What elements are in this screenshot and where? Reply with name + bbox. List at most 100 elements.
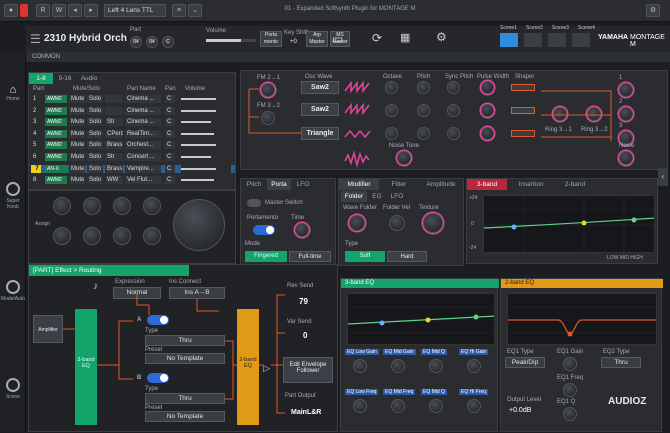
scene-3[interactable]: Scene3 bbox=[552, 25, 569, 31]
tab-porta[interactable]: Porta bbox=[267, 179, 291, 190]
tab-3band[interactable]: 3-band bbox=[467, 179, 507, 190]
part-name[interactable]: Vampire... bbox=[125, 164, 161, 173]
assign-knob[interactable] bbox=[143, 227, 161, 245]
assign-knob[interactable] bbox=[143, 197, 161, 215]
eq2-graph[interactable] bbox=[507, 293, 657, 345]
scene-3-pad[interactable] bbox=[548, 33, 566, 47]
eq3-param-knob[interactable] bbox=[391, 359, 405, 373]
close-button[interactable]: ● bbox=[4, 4, 18, 17]
menu-icon[interactable]: ☰ bbox=[30, 32, 41, 46]
portamento-button[interactable]: Porta mento bbox=[260, 31, 282, 47]
tab-lfo[interactable]: LFO bbox=[291, 179, 315, 190]
type-soft[interactable]: Soft bbox=[345, 251, 385, 262]
part-pan[interactable]: C bbox=[165, 106, 175, 115]
nav-super-knob[interactable]: Super Knob bbox=[0, 182, 26, 210]
assign-knob[interactable] bbox=[113, 227, 131, 245]
volume-slider[interactable] bbox=[206, 39, 256, 42]
assign-knob[interactable] bbox=[83, 227, 101, 245]
plugin-menu-button[interactable]: ⌄ bbox=[188, 4, 202, 17]
mute-button[interactable]: Mute bbox=[69, 118, 85, 127]
settings-icon[interactable]: ⚙ bbox=[646, 4, 660, 17]
part-type[interactable]: AWM2 bbox=[45, 106, 67, 115]
eq3-param-knob[interactable] bbox=[353, 399, 367, 413]
mute-button[interactable]: Mute bbox=[69, 95, 85, 103]
tab-modifier[interactable]: Modifier bbox=[339, 179, 379, 190]
scene-2-pad[interactable] bbox=[524, 33, 542, 47]
keyshift-value[interactable]: +0 bbox=[290, 39, 297, 45]
ch-knob-1[interactable]: 04 bbox=[130, 36, 142, 48]
table-row[interactable]: 8 AWM2 Mute Solo WW Vel Flut... C bbox=[31, 176, 235, 185]
eq1-q-knob[interactable] bbox=[563, 407, 577, 421]
tab-insertion[interactable]: Insertion bbox=[511, 179, 551, 190]
assign-knob[interactable] bbox=[53, 197, 71, 215]
tab-pitch[interactable]: Pitch bbox=[241, 179, 267, 190]
solo-button[interactable]: Solo bbox=[87, 95, 103, 103]
write-button[interactable]: W bbox=[52, 4, 66, 17]
arp-master-button[interactable]: Arp Master bbox=[306, 31, 328, 47]
eq3-param-knob[interactable] bbox=[467, 399, 481, 413]
grid-icon[interactable]: ▦ bbox=[400, 31, 410, 44]
tab-parts-9-16[interactable]: 9-16 bbox=[53, 73, 77, 84]
table-row[interactable]: 5 AWM2 Mute Solo Brass Orchest... C bbox=[31, 141, 235, 150]
solo-button[interactable]: Solo bbox=[87, 164, 103, 173]
table-row[interactable]: 1 AWM2 Mute Solo Cinema ... C bbox=[31, 95, 235, 104]
eq3-param-knob[interactable] bbox=[353, 359, 367, 373]
part-pan[interactable]: C bbox=[165, 164, 175, 173]
solo-button[interactable]: Solo bbox=[87, 153, 103, 161]
scene-1[interactable]: Scene1 bbox=[500, 25, 517, 31]
eq1-freq-knob[interactable] bbox=[563, 383, 577, 397]
scene-4-pad[interactable] bbox=[572, 33, 590, 47]
part-type[interactable]: AWM2 bbox=[45, 118, 67, 127]
portamento-switch[interactable] bbox=[253, 225, 275, 235]
volume-slider[interactable] bbox=[181, 95, 231, 103]
part-type[interactable]: AWM2 bbox=[45, 141, 67, 150]
part-pan[interactable]: C bbox=[165, 118, 175, 127]
part-type[interactable]: AWM2 bbox=[45, 95, 67, 103]
mute-button[interactable]: Mute bbox=[69, 164, 85, 173]
time-knob[interactable] bbox=[295, 223, 309, 237]
eq-graph[interactable] bbox=[483, 195, 655, 253]
record-button[interactable] bbox=[20, 4, 28, 17]
table-row[interactable]: 6 AWM2 Mute Solo Str Concert ... C bbox=[31, 153, 235, 162]
solo-button[interactable]: Solo bbox=[87, 176, 103, 185]
tab-amplitude[interactable]: Amplitude bbox=[419, 179, 463, 190]
part-type[interactable]: AWM2 bbox=[45, 129, 67, 138]
part-pan[interactable]: C bbox=[165, 176, 175, 185]
tab-mod-lfo[interactable]: LFO bbox=[387, 191, 407, 202]
folder-vel-knob[interactable] bbox=[389, 215, 405, 231]
super-knob[interactable] bbox=[173, 199, 225, 251]
part-pan[interactable]: C bbox=[165, 141, 175, 150]
part-pan[interactable]: C bbox=[165, 153, 175, 161]
nav-mode-auto[interactable]: Mode/Auto bbox=[0, 280, 26, 302]
mode-fingered[interactable]: Fingered bbox=[245, 251, 287, 262]
volume-slider[interactable] bbox=[181, 129, 231, 138]
eq3-param-knob[interactable] bbox=[429, 399, 443, 413]
eq1-type-select[interactable]: Peak/Dip bbox=[505, 357, 545, 368]
mute-button[interactable]: Mute bbox=[69, 141, 85, 150]
scene-4[interactable]: Scene4 bbox=[578, 25, 595, 31]
part-type[interactable]: AWM2 bbox=[45, 153, 67, 161]
eq2-type-select[interactable]: Thru bbox=[601, 357, 641, 368]
back-icon[interactable]: ◂ bbox=[68, 4, 82, 17]
nav-home[interactable]: ⌂ Home bbox=[0, 84, 26, 102]
part-name[interactable]: RealTim... bbox=[125, 129, 161, 138]
solo-button[interactable]: Solo bbox=[87, 118, 103, 127]
preset-selector[interactable]: Left 4 Lens TTL bbox=[104, 4, 166, 17]
part-type[interactable]: AN-X bbox=[45, 164, 67, 173]
volume-slider[interactable] bbox=[181, 153, 231, 161]
wave-folder-knob[interactable] bbox=[349, 215, 365, 231]
forward-icon[interactable]: ▸ bbox=[84, 4, 98, 17]
table-row[interactable]: 3 AWM2 Mute Solo Str Cinema ... C bbox=[31, 118, 235, 127]
tab-2band[interactable]: 2-band bbox=[555, 179, 595, 190]
solo-button[interactable]: Solo bbox=[87, 129, 103, 138]
table-row[interactable]: 2 AWM2 Mute Solo Cinema ... C bbox=[31, 106, 235, 116]
ch-knob-3[interactable]: C bbox=[162, 36, 174, 48]
volume-slider[interactable] bbox=[181, 176, 231, 185]
solo-button[interactable]: Solo bbox=[87, 106, 103, 115]
volume-slider[interactable] bbox=[181, 118, 231, 127]
part-pan[interactable]: C bbox=[165, 95, 175, 103]
eq3-param-knob[interactable] bbox=[467, 359, 481, 373]
part-pan[interactable]: C bbox=[165, 129, 175, 138]
part-name[interactable]: Concert ... bbox=[125, 153, 161, 161]
eq1-gain-knob[interactable] bbox=[563, 357, 577, 371]
